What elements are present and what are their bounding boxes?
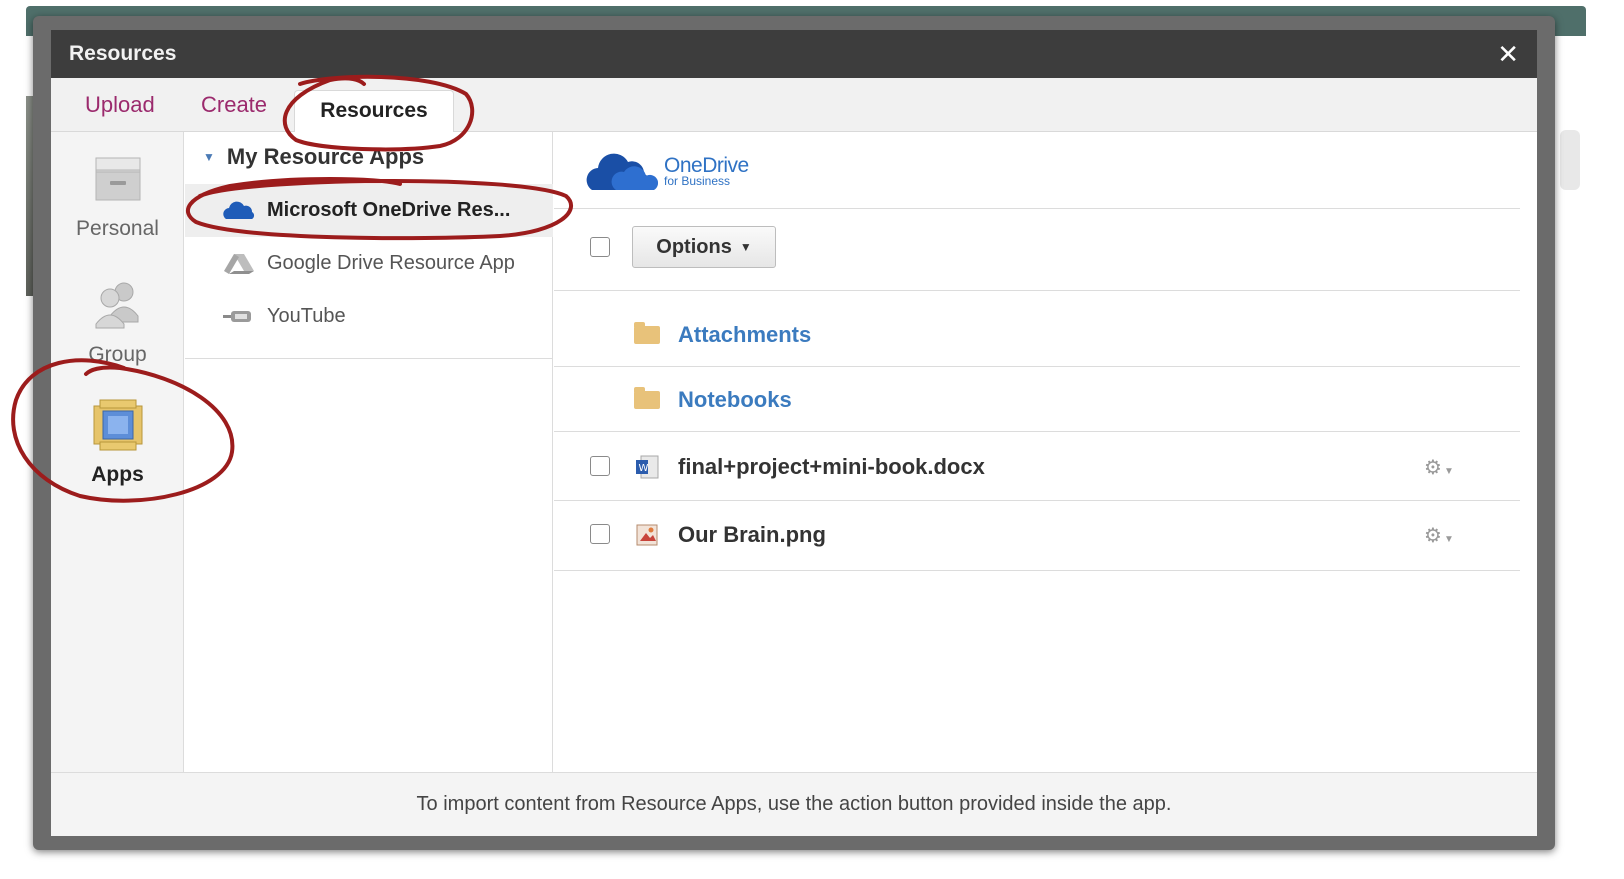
group-icon [90, 276, 146, 332]
close-icon[interactable]: ✕ [1497, 39, 1519, 70]
file-name[interactable]: Our Brain.png [678, 522, 826, 548]
app-item-youtube[interactable]: YouTube [185, 290, 553, 343]
triangle-down-icon: ▼ [203, 150, 215, 164]
modal-body: Upload Create Resources Personal Group A… [51, 78, 1537, 836]
content-divider [554, 500, 1520, 501]
app-item-label: YouTube [267, 305, 346, 327]
folder-row[interactable]: Notebooks [554, 367, 1520, 433]
content-divider [554, 208, 1520, 209]
sidebar-item-label: Personal [76, 217, 159, 240]
apps-list: Microsoft OneDrive Res... Google Drive R… [185, 184, 553, 343]
app-item-google-drive[interactable]: Google Drive Resource App [185, 237, 553, 290]
onedrive-logo-text: OneDrive for Business [664, 155, 749, 187]
onedrive-icon [223, 200, 255, 222]
apps-header[interactable]: ▼ My Resource Apps [203, 144, 424, 170]
image-file-icon [634, 522, 660, 548]
folder-link[interactable]: Attachments [678, 322, 811, 348]
source-sidebar: Personal Group Apps [51, 132, 184, 772]
youtube-icon [223, 306, 255, 328]
folder-link[interactable]: Notebooks [678, 387, 792, 413]
content-divider [554, 290, 1520, 291]
apps-icon [90, 396, 146, 452]
word-doc-icon: W [634, 454, 660, 480]
footer-text: To import content from Resource Apps, us… [416, 793, 1172, 815]
content-divider [554, 570, 1520, 571]
tab-upload[interactable]: Upload [85, 92, 155, 118]
modal-footer: To import content from Resource Apps, us… [51, 772, 1537, 836]
folder-icon [634, 322, 660, 344]
tab-create[interactable]: Create [201, 92, 267, 118]
background-right-element [1560, 130, 1580, 190]
caret-down-icon: ▼ [739, 240, 752, 254]
sidebar-item-personal[interactable]: Personal [51, 150, 184, 241]
resources-modal: Resources ✕ Upload Create Resources Pers… [33, 16, 1555, 850]
modal-titlebar: Resources ✕ [51, 30, 1537, 78]
tab-bar: Upload Create Resources [51, 78, 1537, 133]
file-checkbox[interactable] [590, 456, 610, 476]
gear-icon[interactable]: ⚙ ▼ [1424, 523, 1454, 548]
app-item-label: Microsoft OneDrive Res... [267, 199, 511, 221]
sidebar-item-label: Apps [91, 463, 144, 486]
options-label: Options [656, 235, 732, 258]
onedrive-business-logo: OneDrive for Business [586, 150, 749, 192]
apps-divider [185, 358, 553, 359]
file-row[interactable]: W final+project+mini-book.docx ⚙ ▼ [554, 434, 1520, 500]
app-content-panel: OneDrive for Business Options ▼ Attachme… [554, 132, 1537, 772]
gear-icon[interactable]: ⚙ ▼ [1424, 455, 1454, 480]
onedrive-cloud-icon [586, 153, 658, 190]
file-checkbox[interactable] [590, 524, 610, 544]
google-drive-icon [223, 253, 255, 275]
sidebar-item-group[interactable]: Group [51, 276, 184, 367]
app-item-onedrive[interactable]: Microsoft OneDrive Res... [185, 184, 553, 237]
folder-row[interactable]: Attachments [554, 302, 1520, 368]
svg-text:W: W [639, 463, 649, 474]
apps-header-label: My Resource Apps [226, 144, 425, 169]
modal-title: Resources [69, 42, 177, 65]
file-row[interactable]: Our Brain.png ⚙ ▼ [554, 502, 1520, 568]
tab-resources[interactable]: Resources [294, 90, 454, 133]
folder-icon [634, 387, 660, 409]
drawer-icon [90, 150, 146, 206]
options-button[interactable]: Options ▼ [632, 226, 776, 268]
sidebar-item-apps[interactable]: Apps [51, 396, 184, 487]
resource-apps-panel: ▼ My Resource Apps Microsoft OneDrive Re… [185, 132, 553, 772]
file-name[interactable]: final+project+mini-book.docx [678, 454, 985, 480]
app-item-label: Google Drive Resource App [267, 252, 515, 274]
select-all-checkbox[interactable] [590, 237, 610, 257]
logo-main-text: OneDrive [664, 154, 749, 177]
content-divider [554, 431, 1520, 432]
sidebar-item-label: Group [88, 343, 147, 366]
